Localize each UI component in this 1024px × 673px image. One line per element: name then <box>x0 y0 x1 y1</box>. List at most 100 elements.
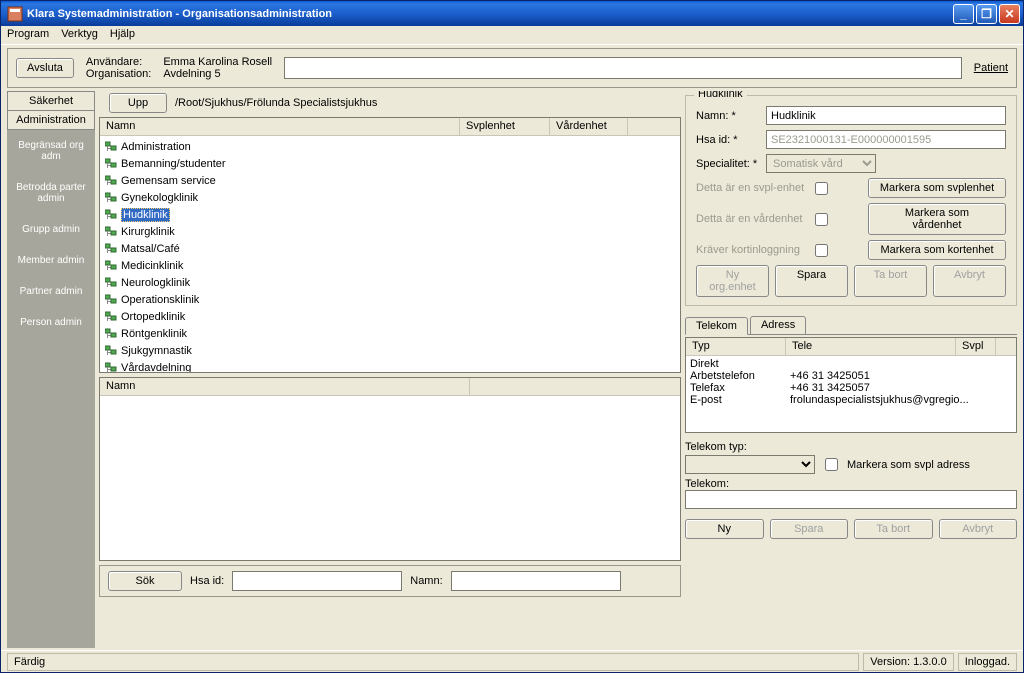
tele-avbryt-button[interactable]: Avbryt <box>939 519 1018 539</box>
side-tab-administration[interactable]: Administration <box>7 110 95 130</box>
status-inloggad: Inloggad. <box>958 653 1017 671</box>
minimize-button[interactable]: _ <box>953 4 974 24</box>
org-list[interactable]: AdministrationBemanning/studenterGemensa… <box>100 136 680 372</box>
namn-label: Namn: <box>410 575 442 587</box>
avbryt-button[interactable]: Avbryt <box>933 265 1006 297</box>
list-item[interactable]: Sjukgymnastik <box>102 342 678 359</box>
list-item[interactable]: Administration <box>102 138 678 155</box>
org-label: Organisation: <box>86 68 151 80</box>
list-item[interactable]: Bemanning/studenter <box>102 155 678 172</box>
menubar: Program Verktyg Hjälp <box>1 26 1023 45</box>
namn-input[interactable] <box>766 106 1006 125</box>
vard-check-label: Detta är en vårdenhet <box>696 213 809 225</box>
list-item[interactable]: Neurologklinik <box>102 274 678 291</box>
tele-row[interactable]: Direkt <box>688 358 1014 370</box>
org-icon <box>104 328 119 340</box>
mark-svpl-button[interactable]: Markera som svplenhet <box>868 178 1006 198</box>
sok-button[interactable]: Sök <box>108 571 182 591</box>
vard-checkbox[interactable] <box>815 213 828 226</box>
tele-tabort-button[interactable]: Ta bort <box>854 519 933 539</box>
sidebar-item-3[interactable]: Member admin <box>7 245 95 276</box>
spec-label: Specialitet: * <box>696 158 760 170</box>
col-svpl[interactable]: Svplenhet <box>460 118 550 135</box>
tele-row[interactable]: Telefax+46 31 3425057 <box>688 382 1014 394</box>
sidebar-item-4[interactable]: Partner admin <box>7 276 95 307</box>
menu-hjalp[interactable]: Hjälp <box>110 28 135 42</box>
sidebar-item-1[interactable]: Betrodda parter admin <box>7 172 95 214</box>
list-item[interactable]: Kirurgklinik <box>102 223 678 240</box>
user-label: Användare: <box>86 56 151 68</box>
menu-program[interactable]: Program <box>7 28 49 42</box>
sub-table: Namn <box>99 377 681 561</box>
side-tab-sakerhet[interactable]: Säkerhet <box>7 91 95 110</box>
svpl-check-label: Detta är en svpl-enhet <box>696 182 809 194</box>
col-vard[interactable]: Vårdenhet <box>550 118 628 135</box>
list-item[interactable]: Operationsklinik <box>102 291 678 308</box>
col-namn-2[interactable]: Namn <box>100 378 470 395</box>
list-item[interactable]: Ortopedklinik <box>102 308 678 325</box>
hsaid-input[interactable] <box>232 571 402 591</box>
menu-verktyg[interactable]: Verktyg <box>61 28 98 42</box>
org-icon <box>104 260 119 272</box>
namn-input[interactable] <box>451 571 621 591</box>
sidebar-item-2[interactable]: Grupp admin <box>7 214 95 245</box>
tele-ny-button[interactable]: Ny <box>685 519 764 539</box>
mark-svpl-adress-checkbox[interactable] <box>825 458 838 471</box>
mark-vard-button[interactable]: Markera som vårdenhet <box>868 203 1006 235</box>
close-button[interactable]: ✕ <box>999 4 1020 24</box>
telekom-typ-select[interactable] <box>685 455 815 474</box>
list-item[interactable]: Medicinklinik <box>102 257 678 274</box>
list-item[interactable]: Röntgenklinik <box>102 325 678 342</box>
org-icon <box>104 311 119 323</box>
tab-adress[interactable]: Adress <box>750 316 806 334</box>
spara-button[interactable]: Spara <box>775 265 848 297</box>
breadcrumb: /Root/Sjukhus/Frölunda Specialistsjukhus <box>175 97 377 109</box>
org-icon <box>104 345 119 357</box>
hsa-label: Hsa id: * <box>696 134 760 146</box>
org-icon <box>104 192 119 204</box>
col-svpl-2[interactable]: Svpl <box>956 338 996 355</box>
hsaid-label: Hsa id: <box>190 575 224 587</box>
detail-group: Hudklinik Namn: * Hsa id: * Specialitet:… <box>685 95 1017 306</box>
upp-button[interactable]: Upp <box>109 93 167 113</box>
tele-spara-button[interactable]: Spara <box>770 519 849 539</box>
status-fardig: Färdig <box>7 653 859 671</box>
org-icon <box>104 141 119 153</box>
sidebar-item-5[interactable]: Person admin <box>7 307 95 338</box>
sub-list[interactable] <box>100 396 680 560</box>
ny-org-button[interactable]: Ny org.enhet <box>696 265 769 297</box>
telekom-input[interactable] <box>685 490 1017 509</box>
patient-link[interactable]: Patient <box>974 62 1008 74</box>
top-search-field[interactable] <box>284 57 962 79</box>
telekom-body[interactable]: DirektArbetstelefon+46 31 3425051Telefax… <box>686 356 1016 432</box>
org-icon <box>104 243 119 255</box>
org-icon <box>104 362 119 373</box>
list-item[interactable]: Gemensam service <box>102 172 678 189</box>
status-version: Version: 1.3.0.0 <box>863 653 953 671</box>
org-icon <box>104 226 119 238</box>
tele-row[interactable]: E-postfrolundaspecialistsjukhus@vgregio.… <box>688 394 1014 406</box>
spec-select[interactable]: Somatisk vård <box>766 154 876 173</box>
svpl-checkbox[interactable] <box>815 182 828 195</box>
org-icon <box>104 175 119 187</box>
col-typ[interactable]: Typ <box>686 338 786 355</box>
org-icon <box>104 277 119 289</box>
mark-kort-button[interactable]: Markera som kortenhet <box>868 240 1006 260</box>
col-tele[interactable]: Tele <box>786 338 956 355</box>
tabort-button[interactable]: Ta bort <box>854 265 927 297</box>
list-item[interactable]: Vårdavdelning <box>102 359 678 372</box>
list-item[interactable]: Matsal/Café <box>102 240 678 257</box>
sidebar-item-0[interactable]: Begränsad org adm <box>7 130 95 172</box>
tele-row[interactable]: Arbetstelefon+46 31 3425051 <box>688 370 1014 382</box>
org-icon <box>104 294 119 306</box>
maximize-button[interactable]: ❐ <box>976 4 997 24</box>
tab-telekom[interactable]: Telekom <box>685 317 748 335</box>
kort-checkbox[interactable] <box>815 244 828 257</box>
avsluta-button[interactable]: Avsluta <box>16 58 74 78</box>
list-item[interactable]: Gynekologklinik <box>102 189 678 206</box>
statusbar: Färdig Version: 1.3.0.0 Inloggad. <box>1 650 1023 672</box>
search-bar: Sök Hsa id: Namn: <box>99 565 681 597</box>
telekom-tabstrip: Telekom Adress <box>685 316 1017 335</box>
col-namn[interactable]: Namn <box>100 118 460 135</box>
list-item[interactable]: Hudklinik <box>102 206 678 223</box>
